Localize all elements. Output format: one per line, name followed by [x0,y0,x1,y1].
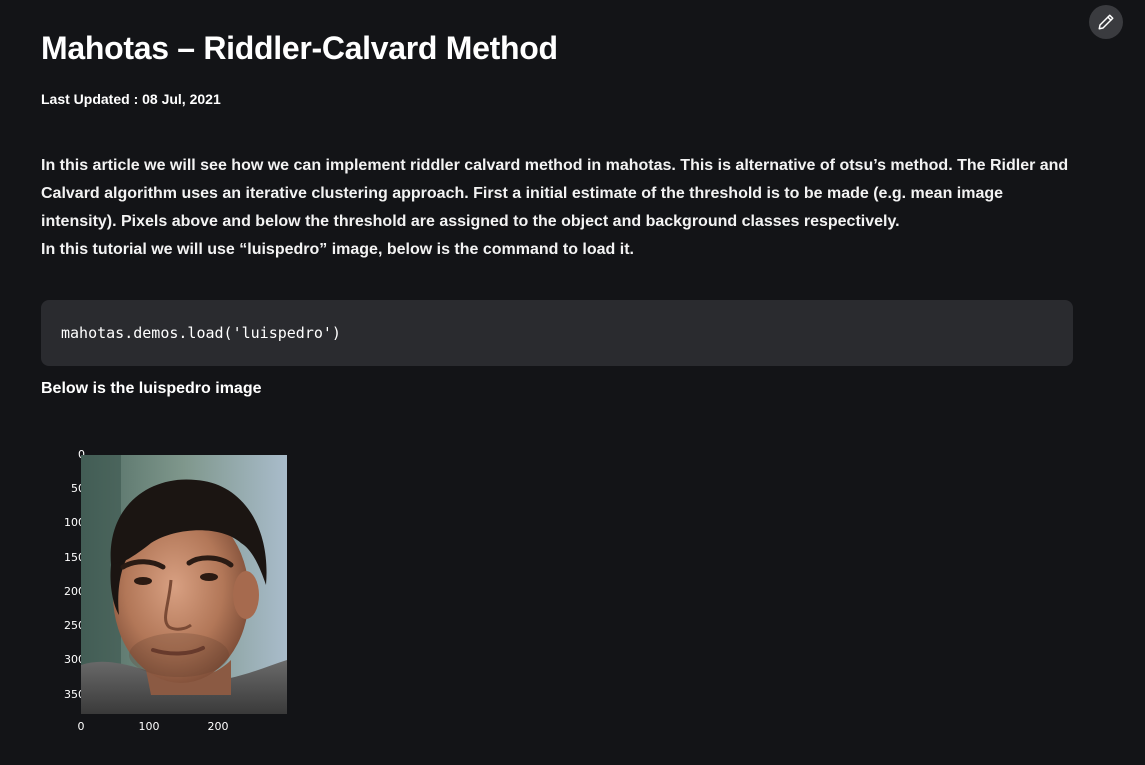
intro-line: In this article we will see how we can i… [41,157,1069,174]
edit-button[interactable] [1089,5,1123,39]
code-text: mahotas.demos.load('luispedro') [61,324,341,342]
luispedro-figure: 0 50 100 150 200 250 300 350 0 100 200 [40,440,310,740]
code-block[interactable]: mahotas.demos.load('luispedro') [41,300,1073,366]
last-updated: Last Updated : 08 Jul, 2021 [41,91,221,107]
intro-line: intensity). Pixels above and below the t… [41,213,900,230]
article-page: Mahotas – Riddler-Calvard Method Last Up… [0,0,1145,765]
intro-paragraph: In this article we will see how we can i… [41,152,1081,264]
x-tick-label: 100 [138,720,160,733]
intro-line: Calvard algorithm uses an iterative clus… [41,185,1004,202]
image-caption: Below is the luispedro image [41,380,262,397]
pencil-icon [1098,14,1114,30]
intro-line: In this tutorial we will use “luispedro”… [41,241,634,258]
x-tick-label: 200 [207,720,229,733]
page-title: Mahotas – Riddler-Calvard Method [41,30,558,66]
portrait-photo [81,455,287,714]
x-tick-label: 0 [77,720,85,733]
